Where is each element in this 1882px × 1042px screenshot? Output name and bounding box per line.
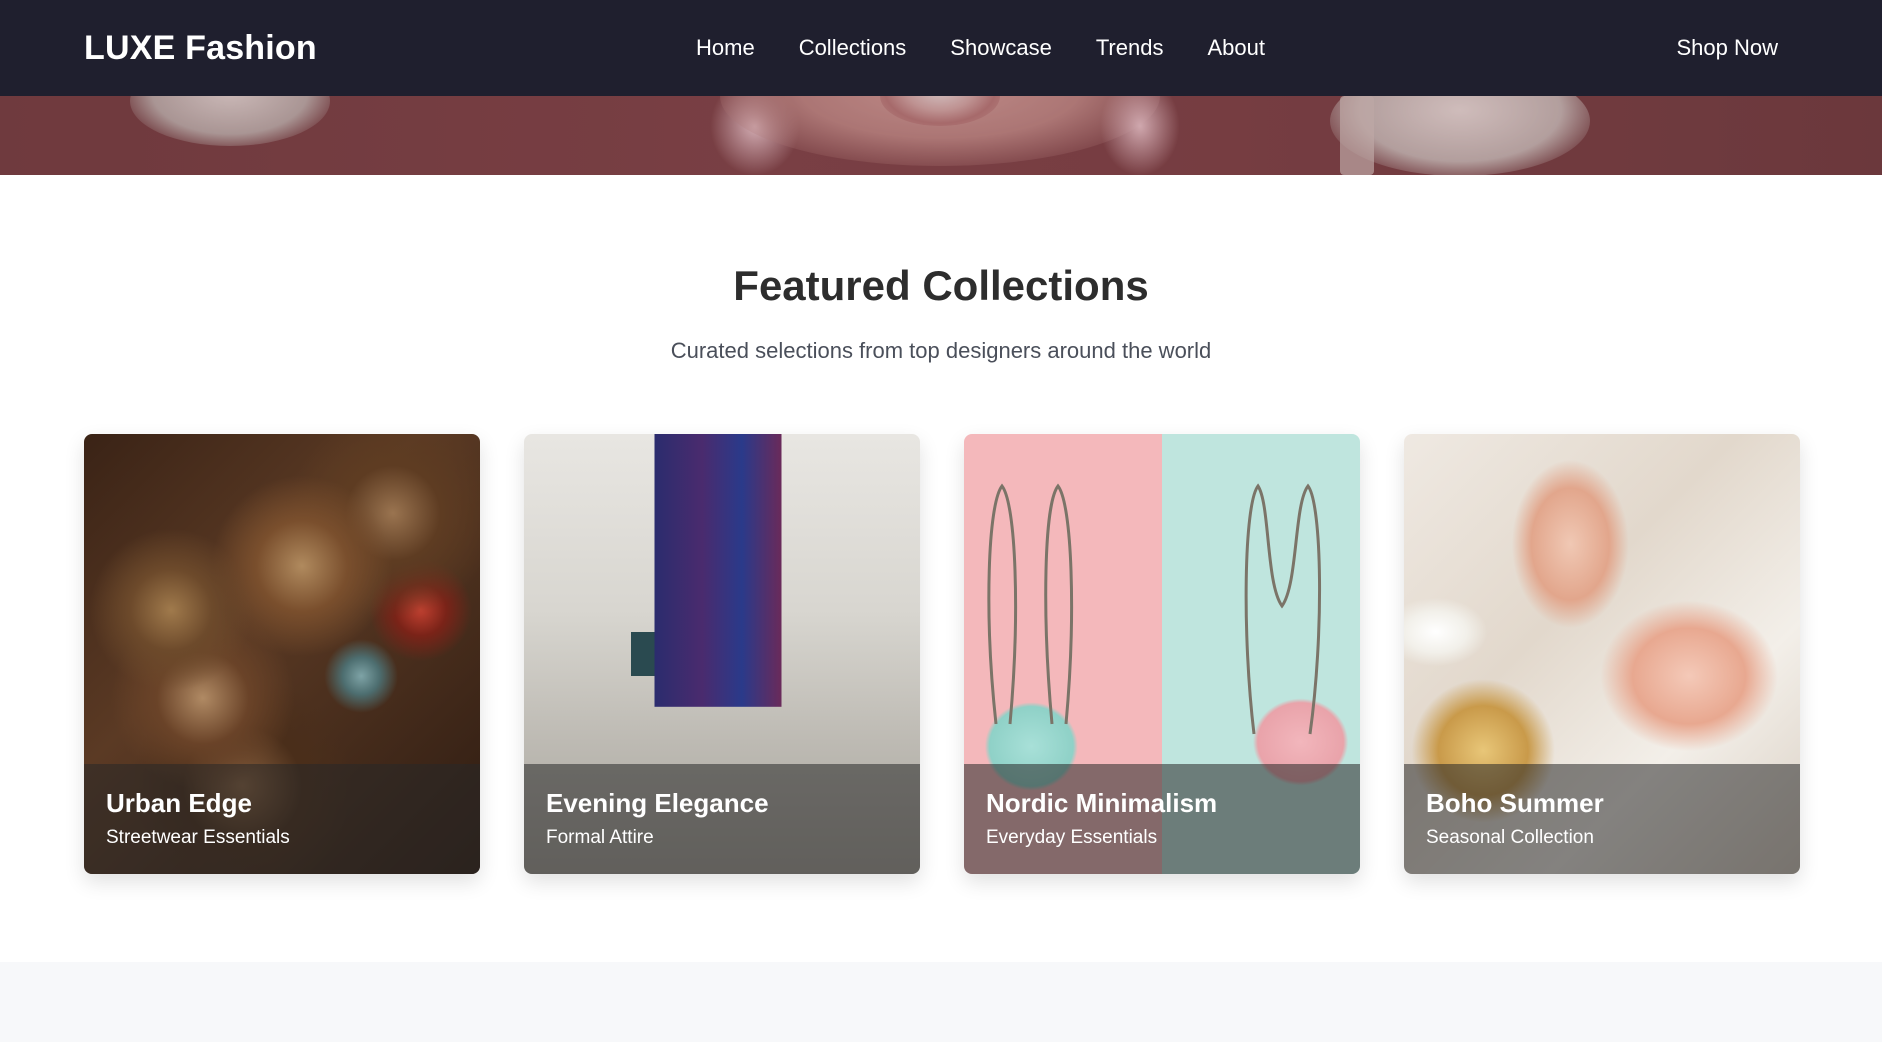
nav-link-home[interactable]: Home <box>696 35 755 61</box>
nav-link-about[interactable]: About <box>1207 35 1265 61</box>
card-subtitle: Everyday Essentials <box>986 827 1158 848</box>
collection-card-evening-elegance[interactable]: Evening Elegance Formal Attire <box>524 434 920 874</box>
card-caption: Boho Summer Seasonal Collection <box>1404 764 1800 874</box>
card-subtitle: Seasonal Collection <box>1426 827 1594 848</box>
card-subtitle: Streetwear Essentials <box>106 827 290 848</box>
navbar: LUXE Fashion Home Collections Showcase T… <box>0 0 1882 96</box>
section-subtitle: Curated selections from top designers ar… <box>670 338 1212 363</box>
card-caption: Evening Elegance Formal Attire <box>524 764 920 874</box>
section-title: Featured Collections <box>733 262 1149 309</box>
nav-link-showcase[interactable]: Showcase <box>950 35 1052 61</box>
nav-links: Home Collections Showcase Trends About <box>696 0 1265 96</box>
card-caption: Urban Edge Streetwear Essentials <box>84 764 480 874</box>
card-title: Nordic Minimalism <box>986 788 1218 818</box>
nav-link-collections[interactable]: Collections <box>799 35 907 61</box>
nav-link-trends[interactable]: Trends <box>1096 35 1164 61</box>
card-title: Boho Summer <box>1426 788 1604 818</box>
collection-card-urban-edge[interactable]: Urban Edge Streetwear Essentials <box>84 434 480 874</box>
hero-image <box>0 96 1882 175</box>
card-subtitle: Formal Attire <box>546 827 654 848</box>
brand-logo[interactable]: LUXE Fashion <box>84 29 317 68</box>
card-title: Evening Elegance <box>546 788 769 818</box>
next-section-strip <box>0 962 1882 1042</box>
shop-now-button[interactable]: Shop Now <box>1676 0 1778 96</box>
hero-overlay <box>0 96 1882 175</box>
collection-card-nordic-minimalism[interactable]: Nordic Minimalism Everyday Essentials <box>964 434 1360 874</box>
collection-cards: Urban Edge Streetwear Essentials Evening… <box>84 434 1800 874</box>
collection-card-boho-summer[interactable]: Boho Summer Seasonal Collection <box>1404 434 1800 874</box>
card-caption: Nordic Minimalism Everyday Essentials <box>964 764 1360 874</box>
card-title: Urban Edge <box>106 788 252 818</box>
